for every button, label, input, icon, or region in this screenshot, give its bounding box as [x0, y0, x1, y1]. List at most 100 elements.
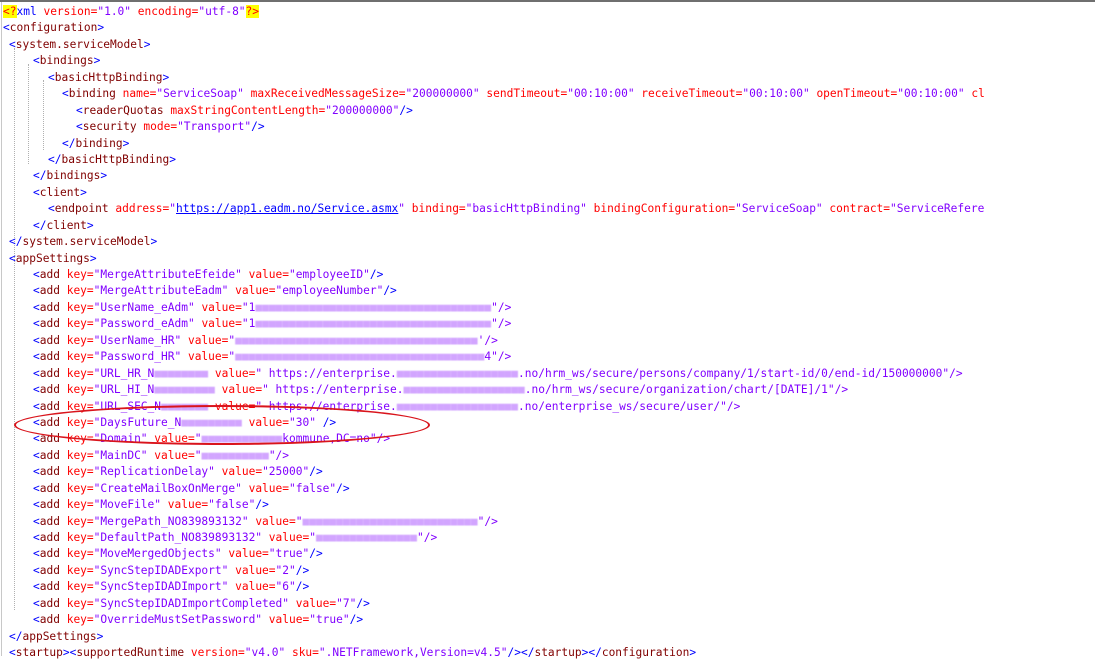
- xml-tag-name: binding: [68, 87, 116, 101]
- setting-line: <add key="MergeAttributeEadm" value="emp…: [0, 283, 1095, 299]
- xml-tag-name: supportedRuntime: [76, 646, 185, 660]
- xml-attribute-value: "UserName_eAdm": [93, 300, 195, 314]
- xml-bracket: />: [295, 563, 310, 577]
- xml-attribute-value: "SyncStepIDADImportCompleted": [93, 596, 289, 610]
- xml-attribute-value: .no/hrm_ws/secure/organization/chart/[DA…: [524, 383, 849, 397]
- xml-tag-name: add: [39, 366, 60, 380]
- xml-attribute-name: mode=: [136, 120, 178, 134]
- xml-attribute-name: sendTimeout=: [479, 87, 568, 101]
- xml-bracket: />: [336, 481, 350, 495]
- xml-attribute-value: "/>: [417, 531, 438, 544]
- xml-tag-name: add: [39, 350, 60, 364]
- xml-bracket: ><: [62, 646, 77, 660]
- xml-attribute-value: "25000": [262, 465, 310, 479]
- code-area[interactable]: <?xml version="1.0" encoding="utf-8"?> <…: [0, 4, 1095, 662]
- setting-line: <add key="MainDC" value="■■■■■■■■■■"/>: [0, 448, 1095, 464]
- xml-attribute-name: address=: [108, 202, 170, 216]
- xml-attribute-name: maxStringContentLength=: [163, 103, 326, 117]
- xml-bracket: />: [383, 284, 397, 298]
- xml-bracket: <: [33, 415, 40, 429]
- code-line: <readerQuotas maxStringContentLength="20…: [0, 103, 1095, 119]
- xml-attribute-name: key=: [59, 465, 94, 479]
- xml-tag-name: add: [39, 613, 60, 627]
- xml-bracket: />: [251, 120, 265, 134]
- xml-tag-name: system.serviceModel: [15, 37, 144, 51]
- xml-attribute-value: ": [309, 531, 316, 544]
- xml-attribute-name: binding=: [405, 202, 466, 216]
- xml-tag-name: add: [39, 300, 60, 314]
- xml-attribute-value: "basicHttpBinding": [465, 202, 587, 216]
- xml-attribute-name: value=: [161, 498, 209, 512]
- xml-attribute-name: value=: [214, 465, 263, 479]
- xml-tag-name: startup: [534, 646, 582, 660]
- xml-tag-name: bindings: [46, 169, 101, 183]
- xml-bracket: <: [33, 432, 40, 446]
- xml-bracket: />: [315, 415, 337, 429]
- redacted-text: ■■■■■■■■■: [154, 383, 215, 397]
- xml-attribute-name: cl: [964, 87, 985, 101]
- xml-attribute-value: " https://enterprise.: [255, 366, 397, 380]
- xml-attribute-name: key=: [59, 268, 94, 281]
- xml-attribute-value: "employeeID": [289, 268, 370, 281]
- redacted-text: ■■■■■■■■■■■■■■■■■■: [396, 399, 519, 413]
- xml-attribute-value: "/>: [268, 448, 290, 462]
- xml-editor[interactable]: <?xml version="1.0" encoding="utf-8"?> <…: [0, 0, 1095, 659]
- setting-line: <add key="OverrideMustSetPassword" value…: [0, 612, 1095, 628]
- xml-attribute-name: receiveTimeout=: [634, 87, 743, 101]
- xml-attribute-name: value=: [147, 448, 195, 462]
- xml-tag-name: appSettings: [22, 629, 97, 643]
- xml-tag-name: add: [39, 432, 60, 446]
- xml-bracket: <: [33, 531, 40, 544]
- xml-attribute-value: " https://enterprise.: [262, 383, 404, 397]
- xml-bracket: <: [33, 547, 40, 561]
- setting-line: <add key="MoveMergedObjects" value="true…: [0, 546, 1095, 562]
- xml-tag-name: add: [39, 563, 60, 577]
- xml-attribute-value: "CreateMailBoxOnMerge": [93, 481, 242, 495]
- xml-bracket: <: [33, 333, 40, 347]
- xml-tag-name: add: [39, 448, 60, 462]
- xml-bracket: /></: [507, 646, 535, 660]
- xml-attribute-name: name=: [115, 87, 157, 101]
- xml-attribute-value: "ServiceSoap": [735, 202, 823, 216]
- xml-bracket: <: [33, 481, 40, 495]
- xml-tag-name: system.serviceModel: [22, 235, 151, 249]
- endpoint-address-link[interactable]: https://app1.eadm.no/Service.asmx: [176, 202, 398, 215]
- xml-tag-name: add: [39, 383, 60, 397]
- xml-attribute-name: value=: [288, 596, 337, 610]
- xml-attribute-name: maxReceivedMessageSize=: [243, 87, 406, 101]
- xml-attribute-name: value=: [194, 317, 242, 331]
- xml-bracket: />: [349, 613, 364, 627]
- xml-attribute-name: key=: [59, 514, 94, 528]
- xml-bracket: <: [33, 448, 40, 462]
- xml-attribute-name: value=: [248, 514, 296, 528]
- xml-attribute-value: "false": [289, 481, 337, 495]
- code-line: </appSettings>: [0, 629, 1095, 645]
- xml-tag-name: add: [39, 399, 60, 413]
- setting-line: <add key="MoveFile" value="false"/>: [0, 497, 1095, 513]
- xml-attribute-value: "MainDC": [93, 448, 148, 462]
- xml-attribute-value: "true": [268, 547, 310, 561]
- xml-attribute-name: value=: [221, 547, 269, 561]
- xml-attribute-value: "00:10:00": [897, 87, 965, 101]
- pi-close: ?>: [245, 5, 260, 18]
- xml-bracket: <: [9, 646, 16, 660]
- xml-attribute-name: value=: [262, 613, 310, 627]
- setting-line: <add key="DefaultPath_NO839893132" value…: [0, 530, 1095, 546]
- xml-attribute-name: key=: [59, 448, 94, 462]
- setting-line: <add key="URL_HI_N■■■■■■■■■ value=" http…: [0, 382, 1095, 398]
- xml-bracket: <: [76, 103, 83, 117]
- xml-attribute-value: "00:10:00": [742, 87, 810, 101]
- xml-bracket: >: [96, 629, 104, 643]
- setting-line: <add key="Password_HR" value="■■■■■■■■■■…: [0, 349, 1095, 365]
- xml-bracket: <: [76, 120, 83, 134]
- xml-attribute-name: key=: [59, 366, 94, 380]
- xml-bracket: />: [356, 596, 370, 610]
- xml-attribute-name: key=: [59, 383, 94, 397]
- xml-attribute-name: contract=: [822, 202, 891, 216]
- xml-attribute-name: encoding=: [131, 5, 199, 18]
- code-line: <endpoint address="https://app1.eadm.no/…: [0, 201, 1095, 217]
- xml-bracket: />: [295, 580, 310, 594]
- xml-attribute-value: "URL_HR_N: [93, 366, 155, 380]
- xml-attribute-value: "6": [275, 580, 296, 594]
- code-line: <bindings>: [0, 53, 1095, 69]
